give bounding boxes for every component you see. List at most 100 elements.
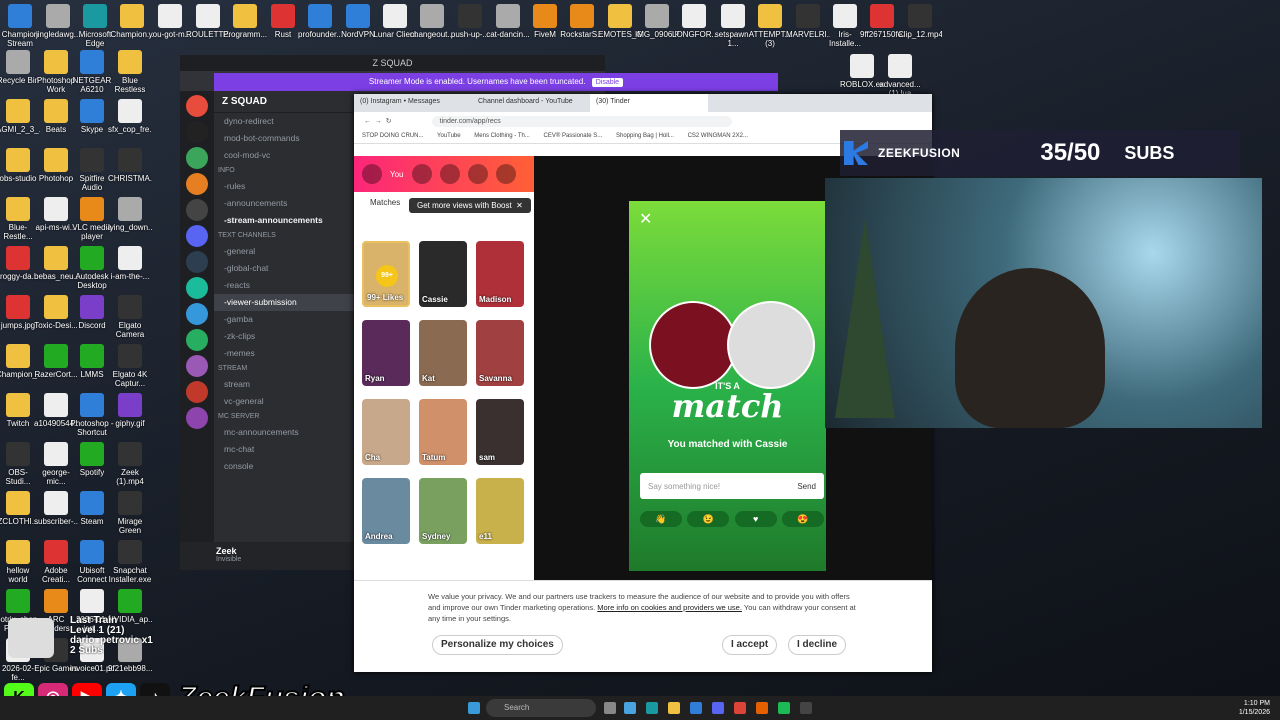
server-icon[interactable] bbox=[186, 407, 208, 429]
close-icon[interactable]: ✕ bbox=[639, 209, 652, 229]
channel-item[interactable]: dyno-redirect bbox=[214, 113, 354, 130]
windows-start-icon[interactable] bbox=[468, 702, 480, 714]
desktop-icon[interactable]: Blue Restless bbox=[108, 50, 152, 94]
heart-reaction[interactable]: ♥ bbox=[734, 511, 777, 527]
desktop-icon[interactable]: sfx_cop_fre... bbox=[108, 99, 152, 143]
briefcase-icon[interactable] bbox=[467, 164, 488, 184]
user-panel[interactable]: Zeek Invisible bbox=[180, 542, 354, 570]
accept-button[interactable]: I accept bbox=[722, 635, 778, 655]
server-icon[interactable] bbox=[186, 251, 208, 273]
match-card[interactable]: Kat bbox=[419, 320, 467, 386]
task-view-icon[interactable] bbox=[604, 702, 616, 714]
desktop-icon[interactable]: Zeek (1).mp4 bbox=[108, 442, 152, 486]
channel-item[interactable]: -announcements bbox=[214, 195, 354, 212]
desktop-icon[interactable]: Elgato Camera Hub bbox=[108, 295, 152, 339]
edge-icon[interactable] bbox=[646, 702, 658, 714]
store-icon[interactable] bbox=[690, 702, 702, 714]
category-stream[interactable]: STREAM bbox=[214, 362, 354, 376]
server-icon[interactable] bbox=[186, 381, 208, 403]
server-icon[interactable] bbox=[186, 199, 208, 221]
bookmark[interactable]: CEV® Passionate S... bbox=[544, 133, 603, 139]
match-card[interactable]: Savanna bbox=[476, 320, 524, 386]
match-card[interactable]: sam bbox=[476, 399, 524, 465]
channel-item[interactable]: -viewer-submission bbox=[214, 294, 354, 311]
channel-item[interactable]: -gamba bbox=[214, 311, 354, 328]
personalize-button[interactable]: Personalize my choices bbox=[432, 635, 563, 655]
tab-tinder[interactable]: (30) Tinder bbox=[590, 94, 708, 112]
server-icon[interactable] bbox=[186, 329, 208, 351]
discord-icon[interactable] bbox=[712, 702, 724, 714]
match-card[interactable]: Madison bbox=[476, 241, 524, 307]
message-input[interactable]: Say something nice! Send bbox=[640, 473, 824, 499]
channel-item[interactable]: -reacts bbox=[214, 277, 354, 294]
file-explorer-icon[interactable] bbox=[668, 702, 680, 714]
category-text-channels[interactable]: Text Channels bbox=[214, 229, 354, 243]
reload-icon[interactable]: ↻ bbox=[386, 117, 392, 125]
desktop-icon[interactable]: LONGFOR... bbox=[672, 4, 716, 48]
desktop-icon[interactable]: Mirage Green Gaming St... bbox=[108, 491, 152, 535]
desktop-icon[interactable]: CHRISTMA... bbox=[108, 148, 152, 192]
category-info[interactable]: Info bbox=[214, 164, 354, 178]
close-icon[interactable]: ✕ bbox=[514, 201, 523, 210]
tab-instagram[interactable]: (0) Instagram • Messages bbox=[354, 94, 472, 112]
profile-avatar[interactable] bbox=[362, 164, 382, 184]
server-icon[interactable] bbox=[186, 173, 208, 195]
server-icon[interactable] bbox=[186, 303, 208, 325]
bookmark[interactable]: STOP DOING CRUN... bbox=[362, 133, 423, 139]
likes-card[interactable]: 99+ 99+ Likes bbox=[362, 241, 410, 307]
chrome-icon[interactable] bbox=[734, 702, 746, 714]
desktop-icon[interactable]: giphy.gif bbox=[108, 393, 152, 437]
wave-reaction[interactable]: 👋 bbox=[640, 511, 682, 527]
explore-icon[interactable] bbox=[439, 164, 460, 184]
forward-icon[interactable]: → bbox=[375, 118, 382, 125]
bookmark[interactable]: CS2 WINGMAN 2X2... bbox=[688, 133, 748, 139]
bookmark[interactable]: Mens Clothing - Th... bbox=[474, 133, 530, 139]
match-card[interactable]: Tatum bbox=[419, 399, 467, 465]
desktop-icon[interactable]: lying_down... bbox=[108, 197, 152, 241]
channel-item[interactable]: cool-mod-vc bbox=[214, 147, 354, 164]
desktop-icon[interactable]: Snapchat Installer.exe bbox=[108, 540, 152, 584]
channel-item[interactable]: stream bbox=[214, 376, 354, 393]
channel-item[interactable]: -stream-announcements bbox=[214, 212, 354, 229]
desktop-icon[interactable]: Clip_12.mp4 bbox=[898, 4, 942, 48]
taskbar-search[interactable]: Search bbox=[486, 699, 596, 717]
disable-streamer-mode-button[interactable]: Disable bbox=[591, 78, 624, 87]
decline-button[interactable]: I decline bbox=[788, 635, 847, 655]
server-icon[interactable] bbox=[186, 95, 208, 117]
desktop-icon[interactable]: i-am-the-... bbox=[108, 246, 152, 290]
heart-eyes-reaction[interactable]: 😍 bbox=[781, 511, 824, 527]
channel-item[interactable]: mod-bot-commands bbox=[214, 130, 354, 147]
channel-item[interactable]: console bbox=[214, 458, 354, 475]
copilot-icon[interactable] bbox=[624, 702, 636, 714]
match-card[interactable]: Andrea bbox=[362, 478, 410, 544]
firefox-icon[interactable] bbox=[756, 702, 768, 714]
server-name[interactable]: Z SQUAD bbox=[214, 91, 354, 113]
channel-item[interactable]: vc-general bbox=[214, 393, 354, 410]
desktop-icon[interactable]: advanced... (1).lua bbox=[878, 54, 922, 98]
bookmark[interactable]: YouTube bbox=[437, 133, 461, 139]
channel-item[interactable]: -global-chat bbox=[214, 260, 354, 277]
cookie-info-link[interactable]: More info on cookies and providers we us… bbox=[597, 603, 742, 612]
channel-item[interactable]: mc-chat bbox=[214, 441, 354, 458]
desktop-icon[interactable]: Elgato 4K Captur... bbox=[108, 344, 152, 388]
back-icon[interactable]: ← bbox=[364, 118, 371, 125]
channel-item[interactable]: mc-announcements bbox=[214, 424, 354, 441]
category-mc-server[interactable]: MC SERVER bbox=[214, 410, 354, 424]
match-card[interactable]: Sydney bbox=[419, 478, 467, 544]
server-icon[interactable] bbox=[186, 147, 208, 169]
send-button[interactable]: Send bbox=[797, 482, 816, 491]
channel-item[interactable]: -memes bbox=[214, 345, 354, 362]
clock[interactable]: 1:10 PM 1/15/2026 bbox=[1239, 699, 1270, 717]
match-card[interactable]: Ryan bbox=[362, 320, 410, 386]
wink-reaction[interactable]: 😉 bbox=[687, 511, 730, 527]
obs-icon[interactable] bbox=[800, 702, 812, 714]
server-icon[interactable] bbox=[186, 121, 208, 143]
match-card[interactable]: Cha bbox=[362, 399, 410, 465]
you-label[interactable]: You bbox=[390, 170, 404, 179]
match-card[interactable]: e11 bbox=[476, 478, 524, 544]
url-input[interactable]: tinder.com/app/recs bbox=[431, 115, 732, 127]
spotify-icon[interactable] bbox=[778, 702, 790, 714]
tab-youtube[interactable]: Channel dashboard - YouTube bbox=[472, 94, 590, 112]
bookmark[interactable]: Shopping Bag | Holl... bbox=[616, 133, 674, 139]
channel-item[interactable]: -zk-clips bbox=[214, 328, 354, 345]
